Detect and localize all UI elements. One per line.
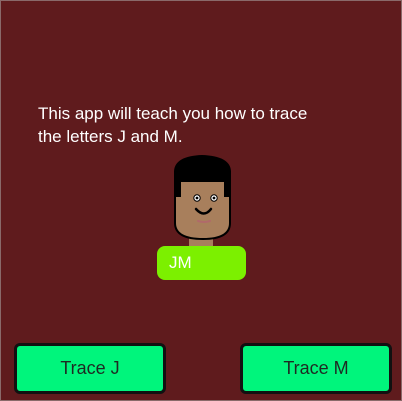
- name-badge: JM: [157, 246, 246, 280]
- boy-face-icon: [169, 153, 237, 249]
- trace-j-button[interactable]: Trace J: [14, 343, 166, 394]
- intro-text: This app will teach you how to trace the…: [38, 104, 308, 146]
- app-screen: This app will teach you how to trace the…: [0, 0, 402, 401]
- trace-m-button[interactable]: Trace M: [240, 343, 392, 394]
